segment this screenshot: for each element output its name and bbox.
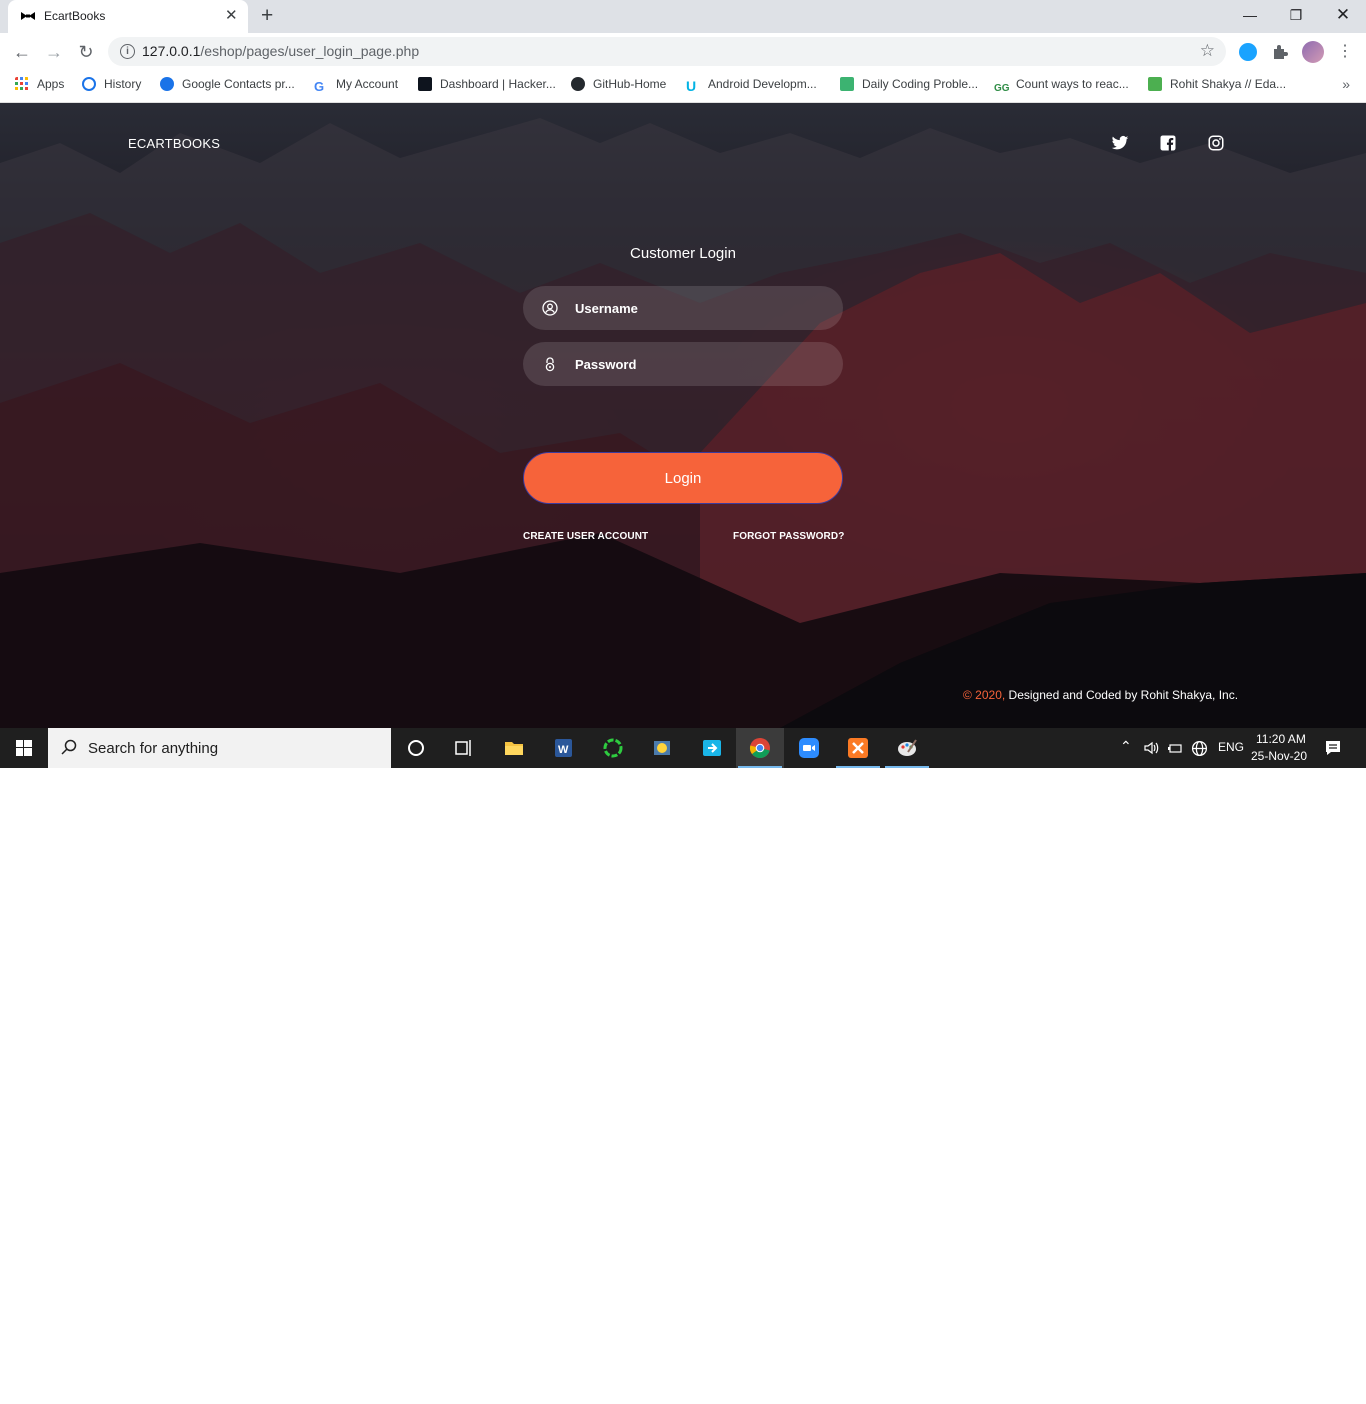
- github-icon: [571, 77, 585, 91]
- back-arrow-icon[interactable]: ←: [9, 39, 35, 65]
- footer-copyright: © 2020, Designed and Coded by Rohit Shak…: [963, 688, 1238, 702]
- address-bar[interactable]: i 127.0.0.1/eshop/pages/user_login_page.…: [108, 37, 1226, 66]
- new-tab-icon[interactable]: +: [261, 5, 273, 27]
- bookmark-github[interactable]: GitHub-Home: [571, 77, 666, 95]
- browser-tab-strip: EcartBooks ✕ + — ❐ ✕: [0, 0, 1366, 33]
- word-icon[interactable]: W: [539, 728, 587, 768]
- footer-year: © 2020,: [963, 688, 1006, 702]
- ecartbooks-favicon-icon: [21, 12, 35, 20]
- battery-icon[interactable]: [1167, 740, 1183, 756]
- extension-icon[interactable]: [1239, 43, 1257, 61]
- network-globe-icon[interactable]: [1191, 740, 1208, 757]
- user-icon: [542, 300, 558, 316]
- site-info-icon[interactable]: i: [120, 44, 135, 59]
- site-brand-logo[interactable]: ECARTBOOKS: [128, 136, 220, 151]
- login-title: Customer Login: [630, 245, 736, 262]
- login-page: ECARTBOOKS Customer Login Login CREATE U…: [0, 103, 1366, 728]
- cortana-icon[interactable]: [392, 728, 440, 768]
- sticky-app-icon[interactable]: [688, 728, 736, 768]
- zoom-icon[interactable]: [785, 728, 833, 768]
- twitter-icon[interactable]: [1111, 134, 1129, 152]
- geeksforgeeks-icon: GG: [994, 83, 1010, 94]
- apps-grid-icon: [15, 77, 28, 90]
- forward-arrow-icon[interactable]: →: [41, 39, 67, 65]
- sync-app-icon[interactable]: [589, 728, 637, 768]
- action-center-icon[interactable]: [1324, 739, 1342, 757]
- hackerrank-icon: [418, 77, 432, 91]
- clock-time[interactable]: 11:20 AM: [1256, 732, 1306, 746]
- facebook-icon[interactable]: [1159, 134, 1177, 152]
- restore-icon[interactable]: ❐: [1273, 0, 1319, 30]
- lock-icon: [545, 357, 555, 372]
- login-button[interactable]: Login: [523, 452, 843, 504]
- bookmarks-bar: Apps History Google Contacts pr... G My A…: [0, 70, 1366, 103]
- bookmark-google-contacts[interactable]: Google Contacts pr...: [160, 77, 295, 95]
- show-hidden-icons-icon[interactable]: ⌃: [1120, 738, 1132, 755]
- tab-title: EcartBooks: [44, 9, 106, 23]
- udacity-icon: U: [686, 78, 697, 94]
- extensions-puzzle-icon[interactable]: [1271, 43, 1289, 61]
- bookmark-count-ways[interactable]: GG Count ways to reac...: [994, 77, 1129, 95]
- bookmarks-overflow-icon[interactable]: »: [1342, 76, 1350, 92]
- close-window-icon[interactable]: ✕: [1320, 0, 1366, 30]
- reload-icon[interactable]: ↻: [73, 39, 99, 65]
- url-text[interactable]: 127.0.0.1/eshop/pages/user_login_page.ph…: [142, 43, 419, 59]
- profile-avatar[interactable]: [1302, 41, 1324, 63]
- search-placeholder: Search for anything: [88, 740, 219, 757]
- footer-credit: Designed and Coded by Rohit Shakya, Inc.: [1005, 688, 1239, 702]
- password-input[interactable]: [575, 342, 825, 386]
- create-user-account-link[interactable]: CREATE USER ACCOUNT: [523, 531, 648, 542]
- history-icon: [82, 77, 96, 91]
- edabit-icon: [1148, 77, 1162, 91]
- file-explorer-icon[interactable]: [490, 728, 538, 768]
- language-indicator[interactable]: ENG: [1218, 740, 1244, 754]
- bookmark-daily-coding[interactable]: Daily Coding Proble...: [840, 77, 978, 95]
- clock-date[interactable]: 25-Nov-20: [1251, 749, 1307, 763]
- bookmark-my-account[interactable]: G My Account: [314, 77, 398, 95]
- search-icon: [61, 739, 77, 755]
- tab-close-icon[interactable]: ✕: [225, 8, 238, 24]
- password-field-wrapper: [523, 342, 843, 386]
- browser-tab-active[interactable]: EcartBooks ✕: [8, 0, 248, 33]
- task-view-icon[interactable]: [440, 728, 488, 768]
- paint-icon[interactable]: [883, 728, 931, 768]
- username-input[interactable]: [575, 286, 825, 330]
- xampp-icon[interactable]: [834, 728, 882, 768]
- running-app-indicator: [885, 766, 929, 768]
- mountain-background-image: [0, 118, 1366, 728]
- python-icon[interactable]: [638, 728, 686, 768]
- minimize-icon[interactable]: —: [1227, 0, 1273, 30]
- bookmark-edabit[interactable]: Rohit Shakya // Eda...: [1148, 77, 1286, 95]
- forgot-password-link[interactable]: FORGOT PASSWORD?: [733, 531, 844, 542]
- bookmark-hackerrank[interactable]: Dashboard | Hacker...: [418, 77, 556, 95]
- taskbar-search-box[interactable]: Search for anything: [48, 728, 391, 768]
- windows-taskbar: Search for anything W ⌃ ENG 11:20 AM 25-…: [0, 728, 1366, 768]
- bookmark-apps[interactable]: Apps: [15, 77, 64, 95]
- chrome-menu-icon[interactable]: ⋮: [1332, 39, 1358, 65]
- google-g-icon: G: [314, 79, 325, 94]
- daily-coding-icon: [840, 77, 854, 91]
- bookmark-history[interactable]: History: [82, 77, 141, 95]
- browser-toolbar: ← → ↻ i 127.0.0.1/eshop/pages/user_login…: [0, 33, 1366, 70]
- username-field-wrapper: [523, 286, 843, 330]
- svg-text:W: W: [558, 744, 569, 756]
- instagram-icon[interactable]: [1207, 134, 1225, 152]
- windows-start-icon[interactable]: [0, 728, 48, 768]
- google-contacts-icon: [160, 77, 174, 91]
- bookmark-android-development[interactable]: U Android Developm...: [686, 77, 817, 95]
- volume-icon[interactable]: [1143, 740, 1159, 756]
- bookmark-star-icon[interactable]: ☆: [1200, 41, 1215, 61]
- running-app-indicator: [836, 766, 880, 768]
- active-app-indicator: [738, 766, 782, 768]
- chrome-icon[interactable]: [736, 728, 784, 768]
